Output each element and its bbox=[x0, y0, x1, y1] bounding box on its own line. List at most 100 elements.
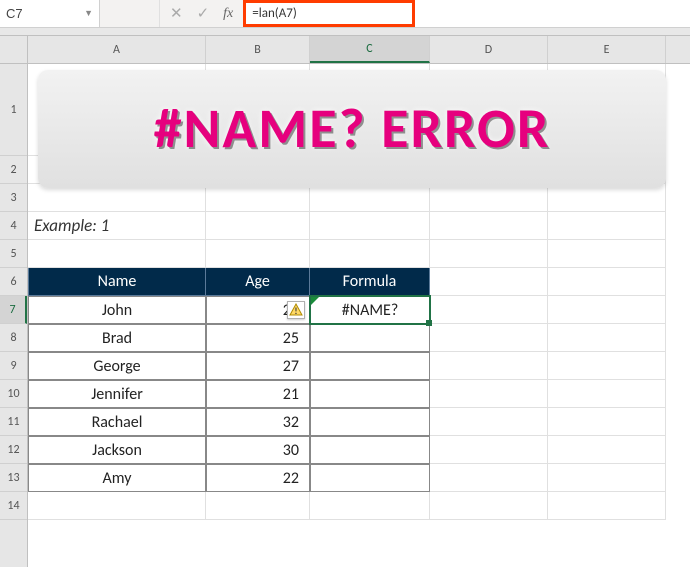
example-label: Example: 1 bbox=[34, 215, 109, 236]
row-header-5[interactable]: 5 bbox=[0, 240, 27, 268]
row-header-13[interactable]: 13 bbox=[0, 464, 27, 492]
cell-D14[interactable] bbox=[430, 492, 548, 520]
cell-D9[interactable] bbox=[430, 352, 548, 380]
name-box-input[interactable] bbox=[6, 6, 66, 21]
formula-input-extend[interactable] bbox=[415, 0, 690, 27]
cell-C14[interactable] bbox=[310, 492, 430, 520]
confirm-icon[interactable]: ✓ bbox=[197, 4, 210, 23]
row-header-3[interactable]: 3 bbox=[0, 184, 27, 212]
cell-A14[interactable] bbox=[28, 492, 206, 520]
cell-C7-value: #NAME? bbox=[342, 301, 398, 320]
row-header-1[interactable]: 1 bbox=[0, 64, 27, 156]
fill-handle[interactable] bbox=[426, 320, 432, 326]
row-header-8[interactable]: 8 bbox=[0, 324, 27, 352]
col-header-B[interactable]: B bbox=[206, 36, 310, 63]
cell-D3[interactable] bbox=[430, 184, 548, 212]
cell-A10[interactable]: Jennifer bbox=[28, 380, 206, 408]
cell-B3[interactable] bbox=[206, 184, 310, 212]
cell-A12[interactable]: Jackson bbox=[28, 436, 206, 464]
cell-C10[interactable] bbox=[310, 380, 430, 408]
cell-E8[interactable] bbox=[548, 324, 666, 352]
formula-input[interactable] bbox=[252, 6, 406, 21]
cell-A13[interactable]: Amy bbox=[28, 464, 206, 492]
spreadsheet: 1 2 3 4 5 6 7 8 9 10 11 12 13 14 A B C D… bbox=[0, 36, 690, 567]
row-header-14[interactable]: 14 bbox=[0, 492, 27, 520]
cell-D6[interactable] bbox=[430, 268, 548, 296]
select-all-corner[interactable] bbox=[0, 36, 27, 64]
row-header-12[interactable]: 12 bbox=[0, 436, 27, 464]
cell-E6[interactable] bbox=[548, 268, 666, 296]
cell-D13[interactable] bbox=[430, 464, 548, 492]
cell-A11[interactable]: Rachael bbox=[28, 408, 206, 436]
cell-E10[interactable] bbox=[548, 380, 666, 408]
chevron-down-icon[interactable]: ▼ bbox=[84, 8, 93, 19]
cell-D10[interactable] bbox=[430, 380, 548, 408]
row-header-4[interactable]: 4 bbox=[0, 212, 27, 240]
cell-E13[interactable] bbox=[548, 464, 666, 492]
row-header-7[interactable]: 7 bbox=[0, 296, 27, 324]
row-9: George 27 bbox=[28, 352, 690, 380]
cell-E9[interactable] bbox=[548, 352, 666, 380]
cell-A7[interactable]: John bbox=[28, 296, 206, 324]
cell-E11[interactable] bbox=[548, 408, 666, 436]
header-formula[interactable]: Formula bbox=[310, 268, 430, 296]
row-header-10[interactable]: 10 bbox=[0, 380, 27, 408]
cell-A4[interactable]: Example: 1 bbox=[28, 212, 206, 240]
cell-A8[interactable]: Brad bbox=[28, 324, 206, 352]
header-age[interactable]: Age bbox=[206, 268, 310, 296]
cell-D12[interactable] bbox=[430, 436, 548, 464]
column-headers: A B C D E bbox=[28, 36, 690, 64]
cell-A9[interactable]: George bbox=[28, 352, 206, 380]
formula-bar-buttons: ✕ ✓ fx bbox=[160, 0, 243, 27]
cell-B13[interactable]: 22 bbox=[206, 464, 310, 492]
formula-bar: ▼ ✕ ✓ fx bbox=[0, 0, 690, 28]
cell-E7[interactable] bbox=[548, 296, 666, 324]
cell-B10[interactable]: 21 bbox=[206, 380, 310, 408]
cell-E3[interactable] bbox=[548, 184, 666, 212]
cell-A5[interactable] bbox=[28, 240, 206, 268]
cell-C4[interactable] bbox=[310, 212, 430, 240]
cell-B5[interactable] bbox=[206, 240, 310, 268]
cell-C12[interactable] bbox=[310, 436, 430, 464]
cell-C8[interactable] bbox=[310, 324, 430, 352]
cell-D4[interactable] bbox=[430, 212, 548, 240]
name-box-container[interactable]: ▼ bbox=[0, 0, 100, 27]
cell-C3[interactable] bbox=[310, 184, 430, 212]
row-7: John 20 ! #NAME? bbox=[28, 296, 690, 324]
row-3 bbox=[28, 184, 690, 212]
cell-D7[interactable] bbox=[430, 296, 548, 324]
row-header-9[interactable]: 9 bbox=[0, 352, 27, 380]
cell-B9[interactable]: 27 bbox=[206, 352, 310, 380]
row-header-6[interactable]: 6 bbox=[0, 268, 27, 296]
cell-D8[interactable] bbox=[430, 324, 548, 352]
cell-B4[interactable] bbox=[206, 212, 310, 240]
cell-C13[interactable] bbox=[310, 464, 430, 492]
col-header-D[interactable]: D bbox=[430, 36, 548, 63]
cancel-icon[interactable]: ✕ bbox=[170, 4, 183, 23]
row-header-2[interactable]: 2 bbox=[0, 156, 27, 184]
cell-C11[interactable] bbox=[310, 408, 430, 436]
cell-C7[interactable]: ! #NAME? bbox=[310, 296, 430, 324]
cell-B12[interactable]: 30 bbox=[206, 436, 310, 464]
error-indicator-icon[interactable]: ! bbox=[287, 301, 305, 319]
col-header-C[interactable]: C bbox=[310, 36, 430, 63]
cell-B11[interactable]: 32 bbox=[206, 408, 310, 436]
col-header-E[interactable]: E bbox=[548, 36, 666, 63]
cell-E4[interactable] bbox=[548, 212, 666, 240]
cell-A3[interactable] bbox=[28, 184, 206, 212]
cell-E14[interactable] bbox=[548, 492, 666, 520]
header-name[interactable]: Name bbox=[28, 268, 206, 296]
cell-B8[interactable]: 25 bbox=[206, 324, 310, 352]
cell-C5[interactable] bbox=[310, 240, 430, 268]
cell-C9[interactable] bbox=[310, 352, 430, 380]
col-header-A[interactable]: A bbox=[28, 36, 206, 63]
cell-E5[interactable] bbox=[548, 240, 666, 268]
cell-E12[interactable] bbox=[548, 436, 666, 464]
row-4: Example: 1 bbox=[28, 212, 690, 240]
banner-text: #NAME? ERROR bbox=[154, 95, 551, 163]
cell-D5[interactable] bbox=[430, 240, 548, 268]
row-header-11[interactable]: 11 bbox=[0, 408, 27, 436]
fx-icon[interactable]: fx bbox=[223, 6, 233, 22]
cell-B14[interactable] bbox=[206, 492, 310, 520]
cell-D11[interactable] bbox=[430, 408, 548, 436]
